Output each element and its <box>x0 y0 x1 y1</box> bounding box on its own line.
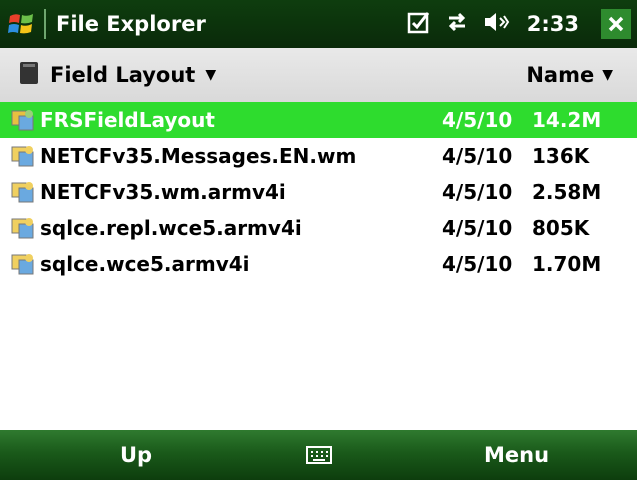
file-name: sqlce.repl.wce5.armv4i <box>40 216 302 240</box>
folder-icon <box>18 60 40 91</box>
file-name: NETCFv35.wm.armv4i <box>40 180 286 204</box>
connectivity-icon[interactable] <box>445 11 469 37</box>
file-name: FRSFieldLayout <box>40 108 215 132</box>
file-row[interactable]: FRSFieldLayout 4/5/10 14.2M <box>0 102 637 138</box>
file-size: 2.58M <box>532 180 602 204</box>
softkey-bar: Up Menu <box>0 430 637 480</box>
sort-dropdown[interactable]: Name ▼ <box>526 63 613 87</box>
title-bar: File Explorer 2:33 <box>0 0 637 48</box>
file-name: NETCFv35.Messages.EN.wm <box>40 144 357 168</box>
file-row[interactable]: sqlce.repl.wce5.armv4i 4/5/10 805K <box>0 210 637 246</box>
close-button[interactable] <box>601 9 631 39</box>
file-name: sqlce.wce5.armv4i <box>40 252 250 276</box>
folder-label: Field Layout <box>50 63 196 87</box>
close-icon <box>608 16 624 32</box>
file-row[interactable]: sqlce.wce5.armv4i 4/5/10 1.70M <box>0 246 637 282</box>
file-list: FRSFieldLayout 4/5/10 14.2M NETCFv35.Mes… <box>0 102 637 282</box>
setup-package-icon <box>10 251 36 277</box>
sort-label: Name <box>526 63 595 87</box>
file-size: 14.2M <box>532 108 602 132</box>
file-date: 4/5/10 <box>442 144 513 168</box>
file-size: 805K <box>532 216 590 240</box>
file-date: 4/5/10 <box>442 216 513 240</box>
file-row[interactable]: NETCFv35.Messages.EN.wm 4/5/10 136K <box>0 138 637 174</box>
menu-softkey[interactable]: Menu <box>484 443 549 467</box>
keyboard-icon[interactable] <box>306 445 332 470</box>
up-softkey[interactable]: Up <box>120 443 152 467</box>
file-date: 4/5/10 <box>442 108 513 132</box>
notification-check-icon[interactable] <box>407 10 431 38</box>
chevron-down-icon: ▼ <box>602 67 613 83</box>
status-area[interactable]: 2:33 <box>407 9 631 39</box>
file-date: 4/5/10 <box>442 252 513 276</box>
clock[interactable]: 2:33 <box>527 12 579 36</box>
file-row[interactable]: NETCFv35.wm.armv4i 4/5/10 2.58M <box>0 174 637 210</box>
file-size: 1.70M <box>532 252 602 276</box>
windows-start-icon[interactable] <box>0 0 44 48</box>
list-header: Field Layout ▼ Name ▼ <box>0 48 637 102</box>
title-separator <box>44 9 46 39</box>
folder-dropdown[interactable]: Field Layout ▼ <box>50 63 216 87</box>
speaker-icon[interactable] <box>483 10 513 38</box>
file-date: 4/5/10 <box>442 180 513 204</box>
application-icon <box>10 107 36 133</box>
chevron-down-icon: ▼ <box>205 67 217 83</box>
file-size: 136K <box>532 144 590 168</box>
app-title: File Explorer <box>56 12 206 36</box>
setup-package-icon <box>10 215 36 241</box>
setup-package-icon <box>10 143 36 169</box>
setup-package-icon <box>10 179 36 205</box>
